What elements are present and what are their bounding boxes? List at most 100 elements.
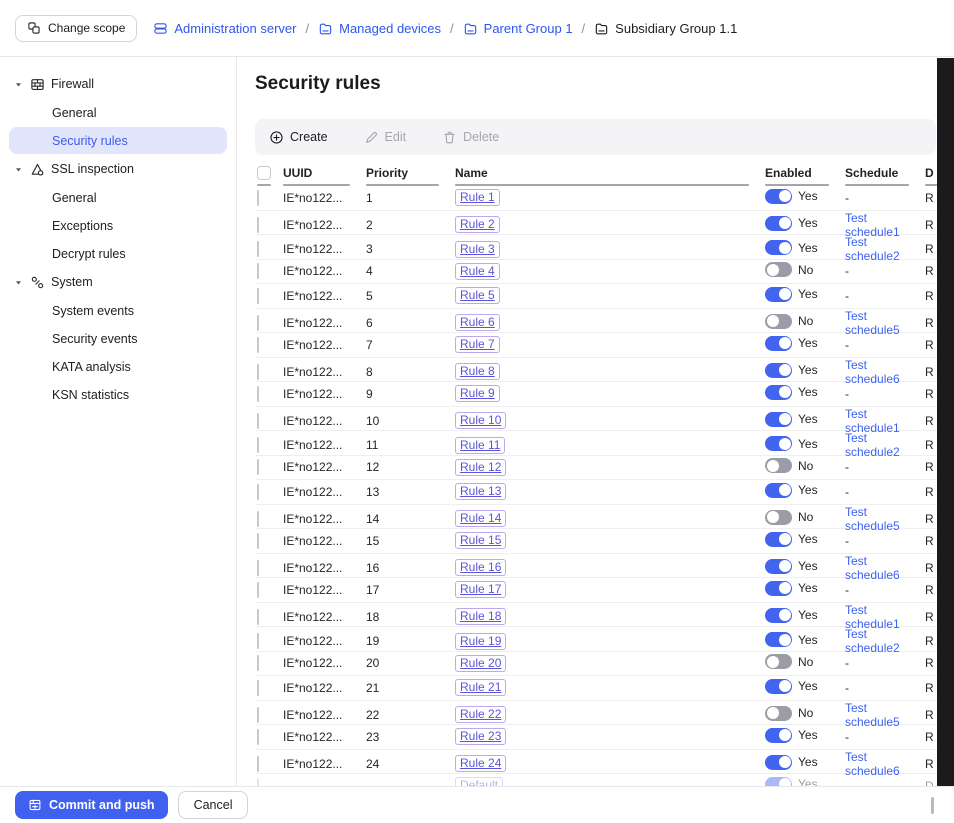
sidebar-item-system-ksn-statistics[interactable]: KSN statistics bbox=[9, 381, 227, 408]
rule-name-link[interactable]: Rule 14 bbox=[455, 510, 506, 527]
rule-name-link[interactable]: Rule 6 bbox=[455, 314, 500, 331]
row-checkbox[interactable] bbox=[257, 413, 259, 429]
enabled-toggle[interactable] bbox=[765, 287, 792, 302]
rule-name-link[interactable]: Rule 13 bbox=[455, 483, 506, 500]
row-checkbox[interactable] bbox=[257, 778, 259, 786]
sidebar-item-system-kata-analysis[interactable]: KATA analysis bbox=[9, 353, 227, 380]
sidebar-section-system[interactable]: System bbox=[0, 268, 236, 296]
sidebar-item-ssl-inspection-decrypt-rules[interactable]: Decrypt rules bbox=[9, 240, 227, 267]
row-checkbox[interactable] bbox=[257, 241, 259, 257]
row-checkbox[interactable] bbox=[257, 190, 259, 206]
row-checkbox[interactable] bbox=[257, 582, 259, 598]
sidebar-item-firewall-general[interactable]: General bbox=[9, 99, 227, 126]
enabled-toggle[interactable] bbox=[765, 216, 792, 231]
enabled-toggle[interactable] bbox=[765, 755, 792, 770]
column-header-schedule[interactable]: Schedule bbox=[845, 159, 925, 186]
enabled-toggle[interactable] bbox=[765, 559, 792, 574]
column-header-name[interactable]: Name bbox=[455, 159, 765, 186]
row-checkbox[interactable] bbox=[257, 337, 259, 353]
enabled-toggle[interactable] bbox=[765, 510, 792, 525]
rule-name-link[interactable]: Rule 5 bbox=[455, 287, 500, 304]
delete-button[interactable]: Delete bbox=[442, 130, 499, 145]
sidebar-item-firewall-security-rules[interactable]: Security rules bbox=[9, 127, 227, 154]
enabled-toggle[interactable] bbox=[765, 240, 792, 255]
rule-name-link[interactable]: Rule 3 bbox=[455, 241, 500, 258]
enabled-toggle[interactable] bbox=[765, 436, 792, 451]
sidebar-section-ssl-inspection[interactable]: SSL inspection bbox=[0, 155, 236, 183]
row-checkbox[interactable] bbox=[257, 315, 259, 331]
rule-name-link[interactable]: Rule 4 bbox=[455, 263, 500, 280]
row-checkbox[interactable] bbox=[257, 288, 259, 304]
row-checkbox[interactable] bbox=[257, 533, 259, 549]
cancel-button[interactable]: Cancel bbox=[178, 791, 249, 819]
rule-name-link[interactable]: Rule 19 bbox=[455, 633, 506, 650]
sidebar-item-system-security-events[interactable]: Security events bbox=[9, 325, 227, 352]
sidebar-section-firewall[interactable]: Firewall bbox=[0, 70, 236, 98]
row-checkbox[interactable] bbox=[257, 511, 259, 527]
rule-name-link[interactable]: Rule 8 bbox=[455, 363, 500, 380]
row-checkbox[interactable] bbox=[257, 655, 259, 671]
rule-name-link[interactable]: Rule 16 bbox=[455, 559, 506, 576]
row-checkbox[interactable] bbox=[257, 263, 259, 279]
schedule-link[interactable]: Test schedule5 bbox=[845, 701, 900, 729]
breadcrumb-link-managed-devices[interactable]: Managed devices bbox=[318, 21, 441, 36]
schedule-link[interactable]: Test schedule5 bbox=[845, 309, 900, 337]
enabled-toggle[interactable] bbox=[765, 532, 792, 547]
rule-name-link[interactable]: Rule 23 bbox=[455, 728, 506, 745]
row-checkbox[interactable] bbox=[257, 437, 259, 453]
enabled-toggle[interactable] bbox=[765, 483, 792, 498]
create-button[interactable]: Create bbox=[269, 130, 328, 145]
enabled-toggle[interactable] bbox=[765, 654, 792, 669]
row-checkbox[interactable] bbox=[257, 560, 259, 576]
rule-name-link[interactable]: Rule 9 bbox=[455, 385, 500, 402]
rule-name-link[interactable]: Rule 12 bbox=[455, 459, 506, 476]
rule-name-link[interactable]: Rule 18 bbox=[455, 608, 506, 625]
rule-name-link[interactable]: Rule 2 bbox=[455, 216, 500, 233]
enabled-toggle[interactable] bbox=[765, 363, 792, 378]
rule-name-link[interactable]: Rule 21 bbox=[455, 679, 506, 696]
change-scope-button[interactable]: Change scope bbox=[15, 15, 137, 42]
enabled-toggle[interactable] bbox=[765, 189, 792, 204]
schedule-link[interactable]: Test schedule6 bbox=[845, 358, 900, 386]
scrollbar-thumb[interactable] bbox=[931, 797, 934, 814]
column-header-priority[interactable]: Priority bbox=[366, 159, 455, 186]
enabled-toggle[interactable] bbox=[765, 608, 792, 623]
row-checkbox[interactable] bbox=[257, 680, 259, 696]
row-checkbox[interactable] bbox=[257, 484, 259, 500]
enabled-toggle[interactable] bbox=[765, 728, 792, 743]
breadcrumb-link-administration-server[interactable]: Administration server bbox=[153, 21, 296, 36]
enabled-toggle[interactable] bbox=[765, 336, 792, 351]
schedule-link[interactable]: Test schedule2 bbox=[845, 627, 900, 655]
enabled-toggle[interactable] bbox=[765, 385, 792, 400]
enabled-toggle[interactable] bbox=[765, 777, 792, 786]
enabled-toggle[interactable] bbox=[765, 314, 792, 329]
row-checkbox[interactable] bbox=[257, 609, 259, 625]
rule-name-link[interactable]: Rule 20 bbox=[455, 655, 506, 672]
enabled-toggle[interactable] bbox=[765, 581, 792, 596]
row-checkbox[interactable] bbox=[257, 459, 259, 475]
enabled-toggle[interactable] bbox=[765, 262, 792, 277]
edit-button[interactable]: Edit bbox=[364, 130, 407, 145]
enabled-toggle[interactable] bbox=[765, 706, 792, 721]
row-checkbox[interactable] bbox=[257, 386, 259, 402]
enabled-toggle[interactable] bbox=[765, 458, 792, 473]
enabled-toggle[interactable] bbox=[765, 632, 792, 647]
schedule-link[interactable]: Test schedule5 bbox=[845, 505, 900, 533]
row-checkbox[interactable] bbox=[257, 217, 259, 233]
row-checkbox[interactable] bbox=[257, 364, 259, 380]
row-checkbox[interactable] bbox=[257, 729, 259, 745]
row-checkbox[interactable] bbox=[257, 756, 259, 772]
rule-name-link[interactable]: Rule 24 bbox=[455, 755, 506, 772]
rule-name-link[interactable]: Rule 10 bbox=[455, 412, 506, 429]
enabled-toggle[interactable] bbox=[765, 679, 792, 694]
row-checkbox[interactable] bbox=[257, 633, 259, 649]
rule-name-link[interactable]: Rule 7 bbox=[455, 336, 500, 353]
schedule-link[interactable]: Test schedule2 bbox=[845, 235, 900, 263]
breadcrumb-link-parent-group-1[interactable]: Parent Group 1 bbox=[463, 21, 573, 36]
enabled-toggle[interactable] bbox=[765, 412, 792, 427]
commit-and-push-button[interactable]: Commit and push bbox=[15, 791, 168, 819]
rule-name-link[interactable]: Rule 1 bbox=[455, 189, 500, 206]
rule-name-link[interactable]: Rule 15 bbox=[455, 532, 506, 549]
rule-name-link[interactable]: Default bbox=[455, 777, 503, 786]
rule-name-link[interactable]: Rule 22 bbox=[455, 706, 506, 723]
